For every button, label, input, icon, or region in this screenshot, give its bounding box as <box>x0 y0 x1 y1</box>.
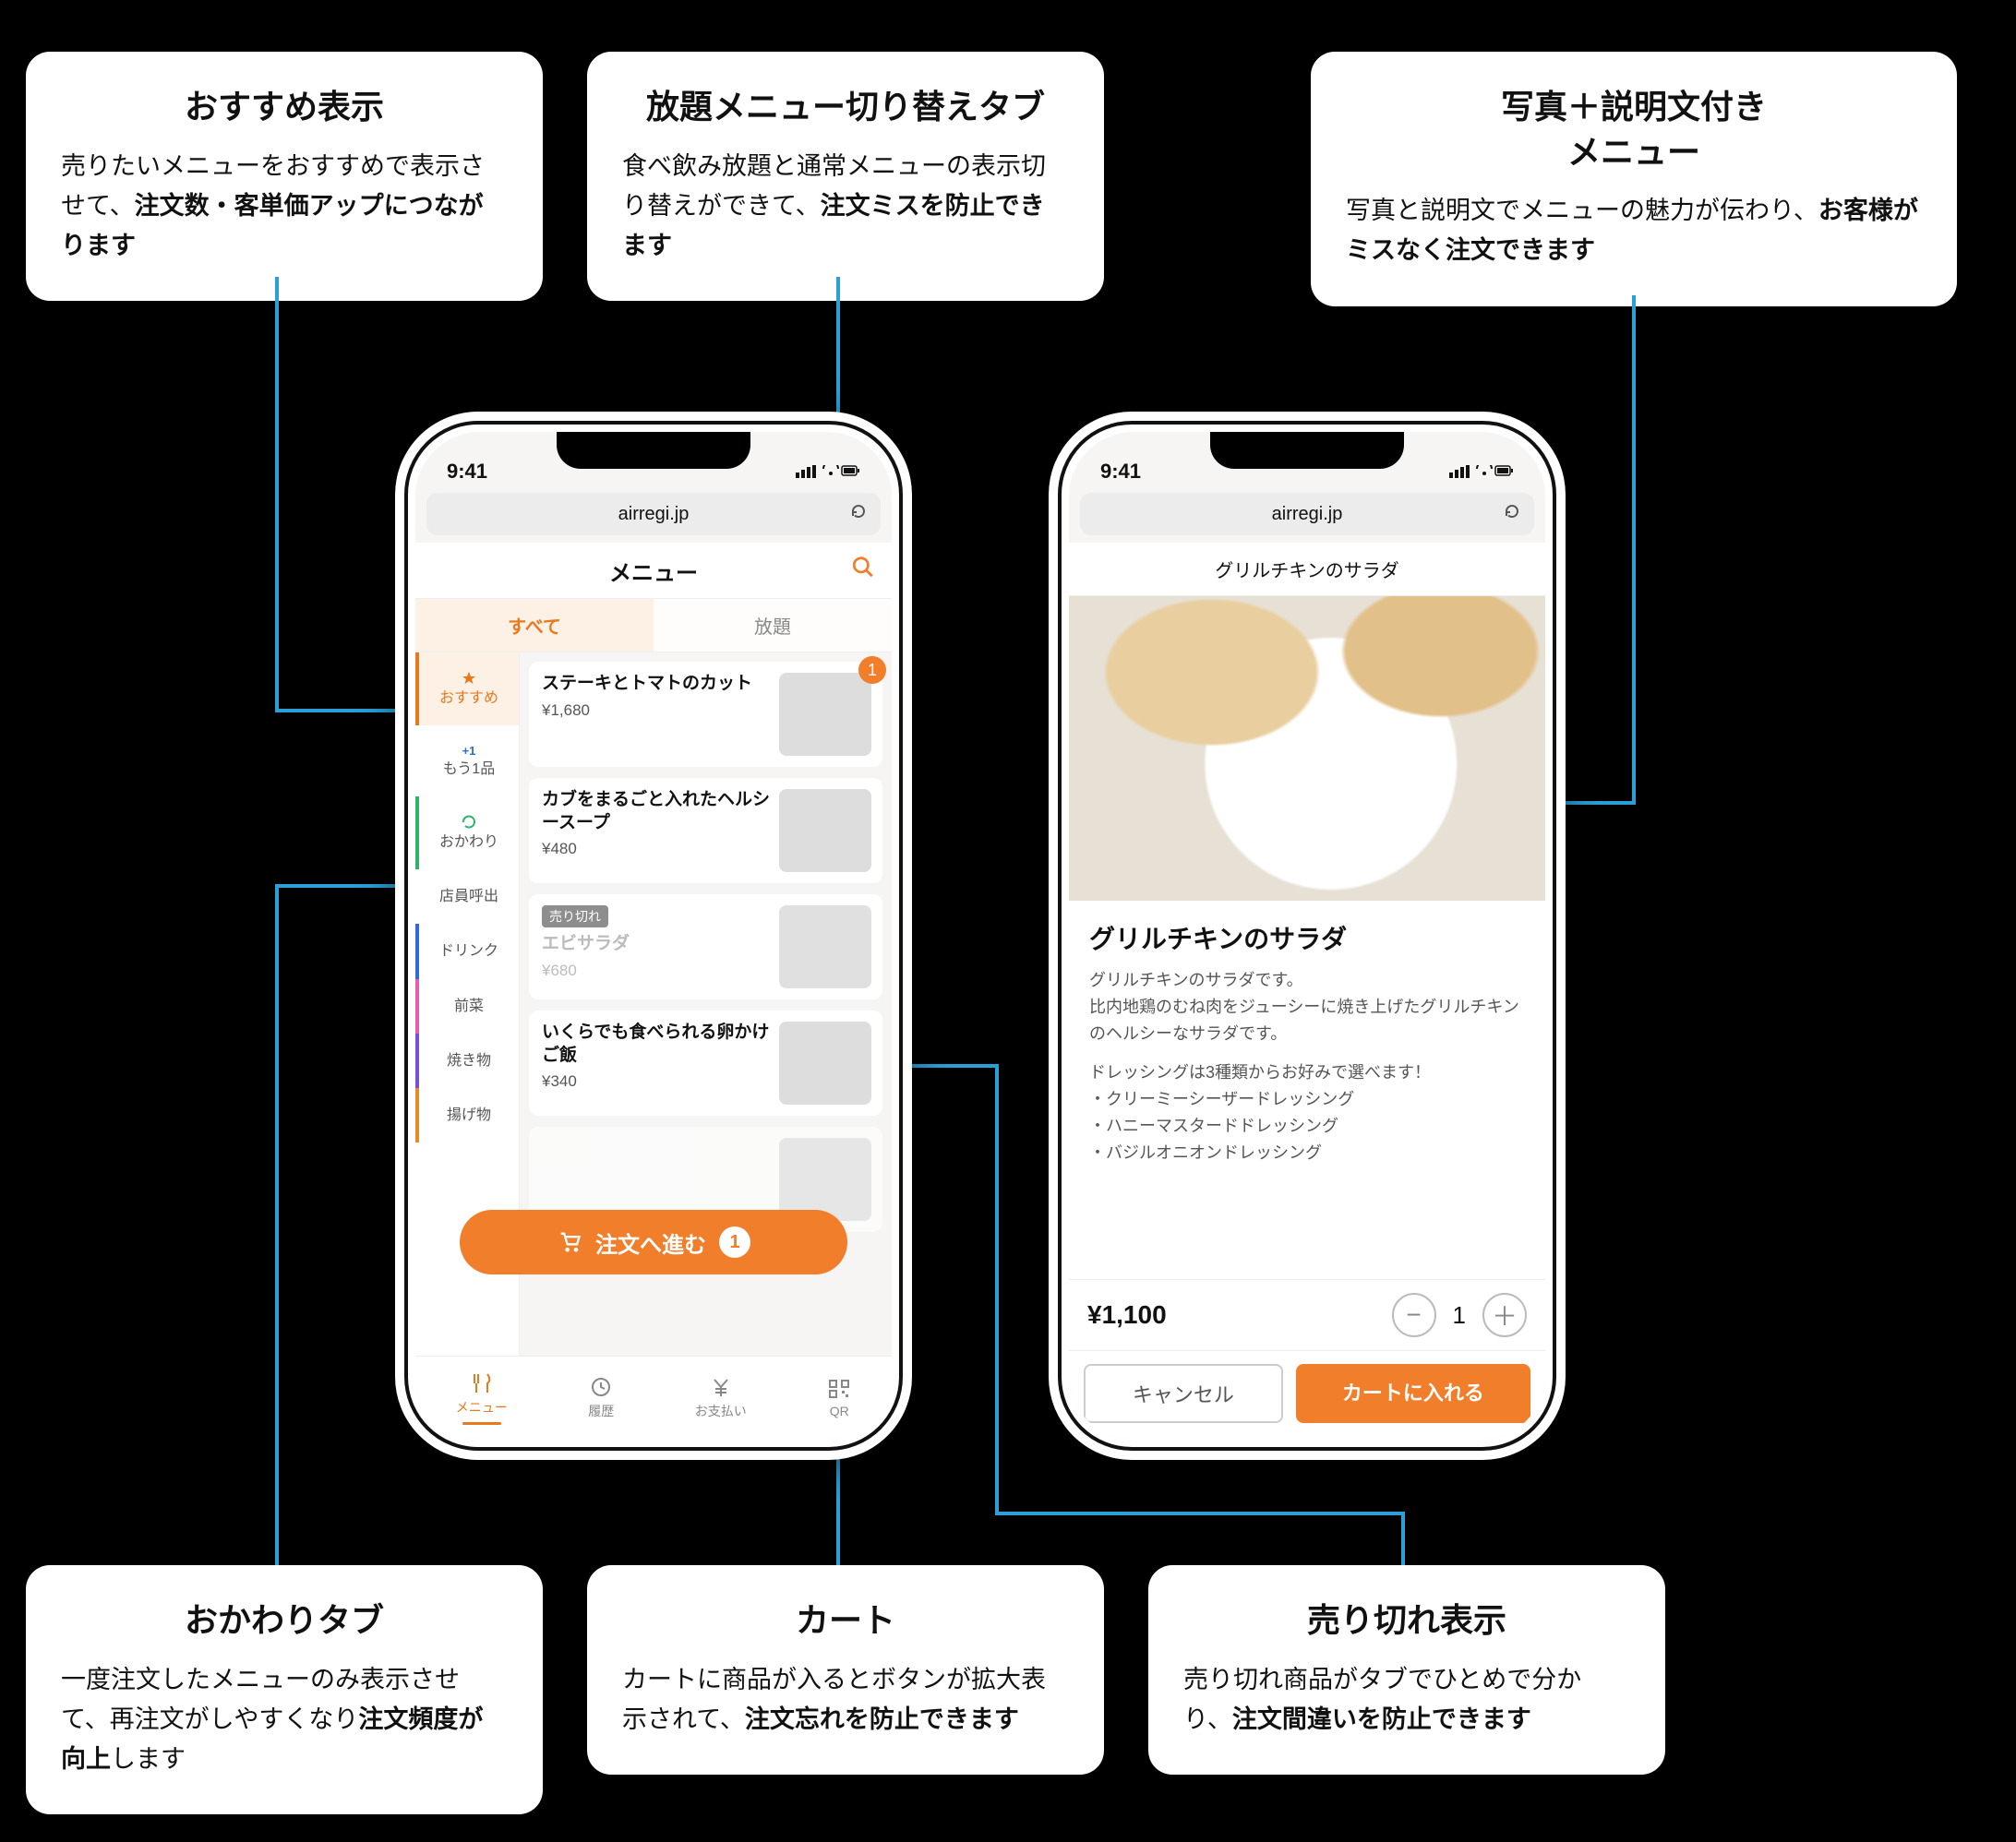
proceed-to-order-button[interactable]: 注文へ進む 1 <box>460 1210 847 1274</box>
tab-houdai[interactable]: 放題 <box>654 599 892 652</box>
menu-detail-photo <box>1069 596 1545 901</box>
callout-title: 放題メニュー切り替えタブ <box>622 85 1069 130</box>
sidebar-item-more-one[interactable]: +1 もう1品 <box>415 725 519 796</box>
page-title: メニュー <box>609 555 698 587</box>
menu-item-card[interactable]: カブをまるごと入れたヘルシースープ ¥480 <box>529 778 882 883</box>
callout-cart: カート カートに商品が入るとボタンが拡大表示されて、注文忘れを防止できます <box>587 1565 1104 1775</box>
menu-item-card[interactable]: ステーキとトマトのカット ¥1,680 1 <box>529 662 882 767</box>
bottom-nav: メニュー 履歴 お支払い QR <box>415 1356 892 1440</box>
callout-title: 売り切れ表示 <box>1183 1598 1630 1644</box>
tab-all[interactable]: すべて <box>415 599 654 652</box>
menu-item-title: エビサラダ <box>542 933 772 956</box>
status-icons <box>1449 460 1514 484</box>
menu-type-tabs: すべて 放題 <box>415 599 892 652</box>
sidebar-item-drink[interactable]: ドリンク <box>415 924 519 978</box>
yen-icon <box>709 1376 733 1398</box>
fork-knife-icon <box>469 1372 495 1394</box>
sidebar-item-okawari[interactable]: おかわり <box>415 796 519 869</box>
qty-plus-button[interactable]: ＋ <box>1482 1293 1527 1337</box>
sidebar-item-fried[interactable]: 揚げ物 <box>415 1088 519 1142</box>
menu-item-title: ステーキとトマトのカット <box>542 673 772 696</box>
status-icons <box>796 460 860 484</box>
callout-recommend: おすすめ表示 売りたいメニューをおすすめで表示させて、注文数・客単価アップにつな… <box>26 52 543 301</box>
callout-okawari: おかわりタブ 一度注文したメニューのみ表示させて、再注文がしやすくなり注文頻度が… <box>26 1565 543 1814</box>
menu-item-card[interactable]: いくらでも食べられる卵かけご飯 ¥340 <box>529 1011 882 1116</box>
browser-url-bar[interactable]: airregi.jp <box>1080 493 1534 535</box>
sidebar-item-recommend[interactable]: おすすめ <box>415 652 519 725</box>
callout-title: カート <box>622 1598 1069 1644</box>
phone-notch <box>557 432 750 469</box>
menu-item-price: ¥680 <box>542 962 772 980</box>
nav-qr[interactable]: QR <box>827 1378 851 1418</box>
star-icon <box>462 671 476 686</box>
callout-tabs: 放題メニュー切り替えタブ 食べ飲み放題と通常メニューの表示切り替えができて、注文… <box>587 52 1104 301</box>
search-icon[interactable] <box>851 556 875 586</box>
add-to-cart-button[interactable]: カートに入れる <box>1296 1364 1530 1423</box>
callout-body: 写真と説明文でメニューの魅力が伝わり、お客様がミスなく注文できます <box>1346 191 1922 270</box>
nav-menu[interactable]: メニュー <box>456 1372 508 1425</box>
url-text: airregi.jp <box>618 504 690 525</box>
callout-soldout: 売り切れ表示 売り切れ商品がタブでひとめで分かり、注文間違いを防止できます <box>1148 1565 1665 1775</box>
callout-body: 売りたいメニューをおすすめで表示させて、注文数・客単価アップにつながります <box>61 147 508 267</box>
callout-title: おかわりタブ <box>61 1598 508 1644</box>
nav-history[interactable]: 履歴 <box>588 1376 614 1420</box>
refill-icon <box>462 815 476 830</box>
phone-notch <box>1210 432 1404 469</box>
status-time: 9:41 <box>447 460 487 484</box>
menu-item-photo <box>779 905 871 988</box>
menu-item-title: いくらでも食べられる卵かけご飯 <box>542 1022 772 1067</box>
refresh-icon[interactable] <box>849 502 868 526</box>
cancel-button[interactable]: キャンセル <box>1084 1364 1283 1423</box>
menu-item-card-soldout[interactable]: 売り切れ エビサラダ ¥680 <box>529 894 882 999</box>
sidebar-item-appetizer[interactable]: 前菜 <box>415 979 519 1034</box>
menu-detail-title: グリルチキンのサラダ <box>1089 919 1525 956</box>
menu-item-price: ¥480 <box>542 840 772 858</box>
phone-menu-detail: 9:41 airregi.jp グリルチキンのサラダ <box>1049 412 1566 1460</box>
sidebar-item-grill[interactable]: 焼き物 <box>415 1034 519 1088</box>
browser-url-bar[interactable]: airregi.jp <box>426 493 881 535</box>
callout-title: 写真＋説明文付き メニュー <box>1346 85 1922 174</box>
menu-item-price: ¥1,680 <box>542 701 772 720</box>
menu-item-title: カブをまるごと入れたヘルシースープ <box>542 789 772 834</box>
callout-body: 食べ飲み放題と通常メニューの表示切り替えができて、注文ミスを防止できます <box>622 147 1069 267</box>
qty-value: 1 <box>1453 1301 1466 1330</box>
menu-detail-desc: グリルチキンのサラダです。 比内地鶏のむね肉をジューシーに焼き上げたグリルチキン… <box>1089 967 1525 1047</box>
callout-body: 一度注文したメニューのみ表示させて、再注文がしやすくなり注文頻度が向上します <box>61 1660 508 1780</box>
callout-photo-menu: 写真＋説明文付き メニュー 写真と説明文でメニューの魅力が伝わり、お客様がミスな… <box>1311 52 1957 306</box>
cart-button-count: 1 <box>719 1226 750 1258</box>
cart-badge: 1 <box>858 656 886 684</box>
price-quantity-row: ¥1,100 − 1 ＋ <box>1069 1279 1545 1351</box>
callout-title: おすすめ表示 <box>61 85 508 130</box>
refresh-icon[interactable] <box>1503 502 1521 526</box>
qty-minus-button[interactable]: − <box>1392 1293 1436 1337</box>
history-icon <box>589 1376 613 1398</box>
detail-price: ¥1,100 <box>1087 1300 1167 1330</box>
soldout-badge: 売り切れ <box>542 905 608 927</box>
menu-item-photo <box>779 673 871 756</box>
status-time: 9:41 <box>1100 460 1141 484</box>
callout-body: カートに商品が入るとボタンが拡大表示されて、注文忘れを防止できます <box>622 1660 1069 1740</box>
phone-menu-list: 9:41 airregi.jp メニュー <box>395 412 912 1460</box>
nav-payment[interactable]: お支払い <box>695 1376 747 1420</box>
menu-item-photo <box>779 1022 871 1105</box>
sidebar-item-call-staff[interactable]: 店員呼出 <box>415 869 519 924</box>
app-header: メニュー <box>415 543 892 599</box>
callout-body: 売り切れ商品がタブでひとめで分かり、注文間違いを防止できます <box>1183 1660 1630 1740</box>
detail-header: グリルチキンのサラダ <box>1069 543 1545 596</box>
menu-item-photo <box>779 789 871 872</box>
menu-item-price: ¥340 <box>542 1072 772 1091</box>
qr-icon <box>827 1378 851 1400</box>
url-text: airregi.jp <box>1272 504 1343 525</box>
cart-icon <box>557 1229 582 1255</box>
menu-detail-dressings: ドレッシングは3種類からお好みで選べます！ ・クリーミーシーザードレッシング ・… <box>1089 1059 1525 1166</box>
cart-button-label: 注文へ進む <box>595 1226 706 1259</box>
menu-item-photo <box>779 1138 871 1221</box>
